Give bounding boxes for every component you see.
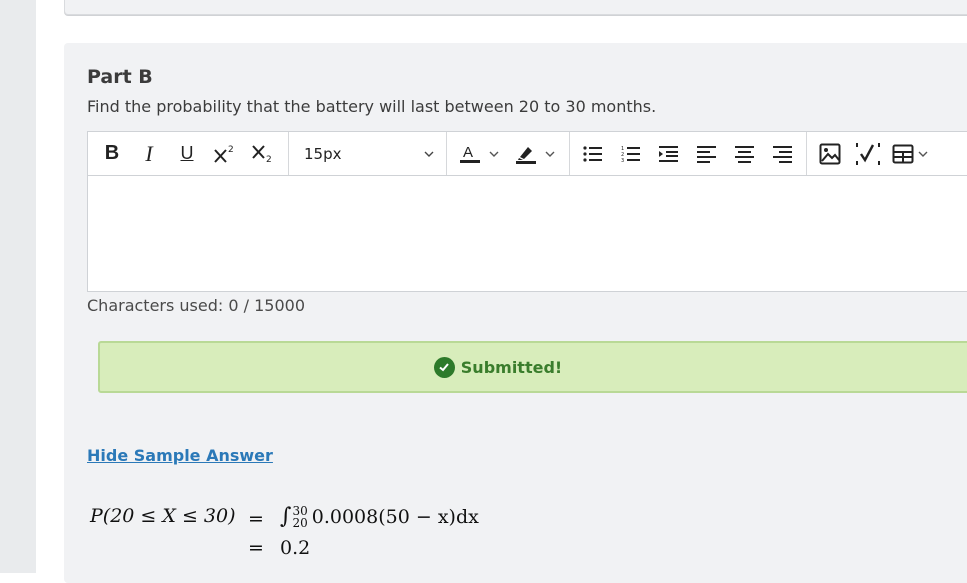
integrand: 0.0008(50 − x)dx — [311, 505, 479, 528]
italic-icon: I — [145, 140, 153, 166]
lower-limit: 20 — [292, 515, 308, 530]
color-group: A — [447, 132, 570, 175]
insert-group — [807, 132, 937, 175]
hide-sample-answer-link[interactable]: Hide Sample Answer — [87, 446, 273, 465]
submitted-banner: Submitted! — [98, 341, 967, 393]
numbered-list-button[interactable]: 1 2 3 — [612, 132, 650, 175]
indent-icon — [659, 145, 678, 162]
italic-button[interactable]: I — [130, 132, 168, 175]
math-line-1: P(20 ≤ X ≤ 30) — [90, 505, 236, 527]
svg-text:3: 3 — [621, 158, 624, 163]
align-right-icon — [773, 145, 792, 163]
align-right-button[interactable] — [764, 132, 802, 175]
svg-text:A: A — [463, 144, 473, 161]
integral-limits: 30 20 — [292, 505, 307, 529]
subscript-icon: 2 — [252, 144, 272, 165]
bullet-list-button[interactable] — [574, 132, 612, 175]
math-equals-1: = — [248, 508, 264, 530]
highlight-icon — [516, 146, 536, 164]
font-color-button[interactable]: A — [459, 132, 505, 175]
font-size-select[interactable]: 15px — [289, 132, 446, 175]
svg-text:2: 2 — [228, 145, 234, 155]
previous-part-card — [64, 0, 967, 15]
editor-toolbar: B I U 2 2 15px A 1 2 3 — [88, 132, 967, 176]
part-b-card: Part B Find the probability that the bat… — [64, 43, 967, 583]
font-size-value: 15px — [304, 144, 342, 163]
bold-button[interactable]: B — [94, 132, 130, 175]
part-title: Part B — [87, 66, 153, 88]
subscript-button[interactable]: 2 — [244, 132, 282, 175]
math-icon — [856, 142, 880, 165]
underline-icon: U — [180, 143, 194, 163]
question-text: Find the probability that the battery wi… — [87, 97, 657, 116]
math-lhs: P(20 ≤ X ≤ 30) — [90, 505, 236, 527]
svg-text:2: 2 — [266, 155, 272, 165]
chevron-down-icon — [489, 151, 499, 157]
insert-math-button[interactable] — [849, 132, 887, 175]
underline-button[interactable]: U — [168, 132, 206, 175]
insert-table-button[interactable] — [887, 132, 933, 175]
table-icon — [892, 144, 914, 163]
chevron-down-icon — [918, 151, 928, 157]
align-center-icon — [735, 145, 754, 163]
font-color-icon: A — [460, 144, 480, 163]
upper-limit: 30 — [292, 503, 308, 518]
format-group: B I U 2 2 — [88, 132, 289, 175]
paragraph-group: 1 2 3 — [570, 132, 807, 175]
highlight-color-button[interactable] — [515, 132, 561, 175]
image-icon — [819, 143, 841, 164]
math-result: 0.2 — [280, 537, 311, 559]
bold-icon: B — [104, 142, 120, 164]
align-left-button[interactable] — [688, 132, 726, 175]
indent-button[interactable] — [650, 132, 688, 175]
rich-text-editor: B I U 2 2 15px A 1 2 3 — [87, 131, 967, 292]
chevron-down-icon — [545, 151, 555, 157]
math-rhs-1: ∫ 30 20 0.0008(50 − x)dx — [280, 504, 479, 529]
left-rail — [0, 0, 36, 573]
check-circle-icon — [433, 356, 455, 378]
bullet-list-icon — [583, 145, 602, 162]
insert-image-button[interactable] — [811, 132, 849, 175]
submitted-text: Submitted! — [460, 357, 563, 377]
integral: ∫ 30 20 — [280, 504, 312, 529]
numbered-list-icon: 1 2 3 — [621, 146, 640, 163]
superscript-icon: 2 — [214, 145, 234, 163]
font-size-group: 15px — [289, 132, 447, 175]
align-left-icon — [697, 145, 716, 163]
editor-text-area[interactable] — [88, 176, 967, 291]
chevron-down-icon — [424, 151, 434, 157]
integral-sign-icon: ∫ — [280, 504, 292, 529]
math-equals-2: = — [248, 537, 264, 559]
superscript-button[interactable]: 2 — [206, 132, 244, 175]
align-center-button[interactable] — [726, 132, 764, 175]
character-count: Characters used: 0 / 15000 — [87, 296, 306, 315]
